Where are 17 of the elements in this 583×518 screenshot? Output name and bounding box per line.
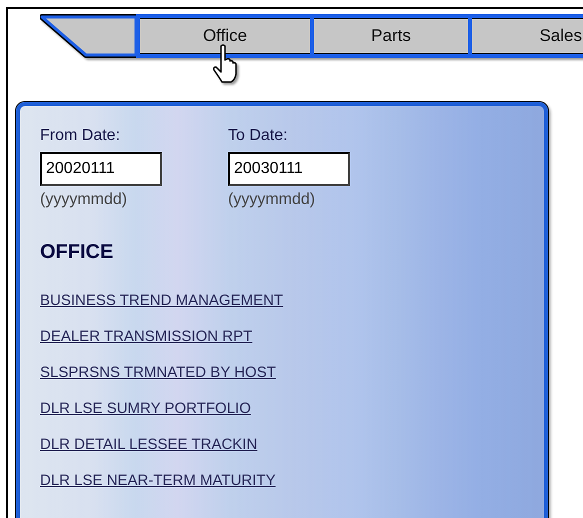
tab[interactable]: Office <box>136 14 310 58</box>
tab[interactable]: Parts <box>310 14 468 58</box>
report-link[interactable]: DLR LSE SUMRY PORTFOLIO <box>40 398 251 420</box>
report-link[interactable]: DLR LSE NEAR-TERM MATURITY <box>40 470 276 492</box>
report-link[interactable]: SLSPRSNS TRMNATED BY HOST <box>40 362 276 384</box>
hand-cursor-icon <box>212 44 240 84</box>
field-label: To Date: <box>228 126 289 146</box>
date-input[interactable]: 20020111 <box>40 152 162 186</box>
format-hint: (yyyymmdd) <box>40 190 128 210</box>
section-title: OFFICE <box>40 240 114 264</box>
format-hint: (yyyymmdd) <box>228 190 316 210</box>
report-link[interactable]: BUSINESS TREND MANAGEMENT <box>40 290 284 312</box>
report-link[interactable]: DEALER TRANSMISSION RPT <box>40 326 252 348</box>
report-link[interactable]: DLR DETAIL LESSEE TRACKIN <box>40 434 258 456</box>
field-label: From Date: <box>40 126 122 146</box>
tab[interactable]: Sales <box>468 14 583 58</box>
date-input[interactable]: 20030111 <box>228 152 350 186</box>
